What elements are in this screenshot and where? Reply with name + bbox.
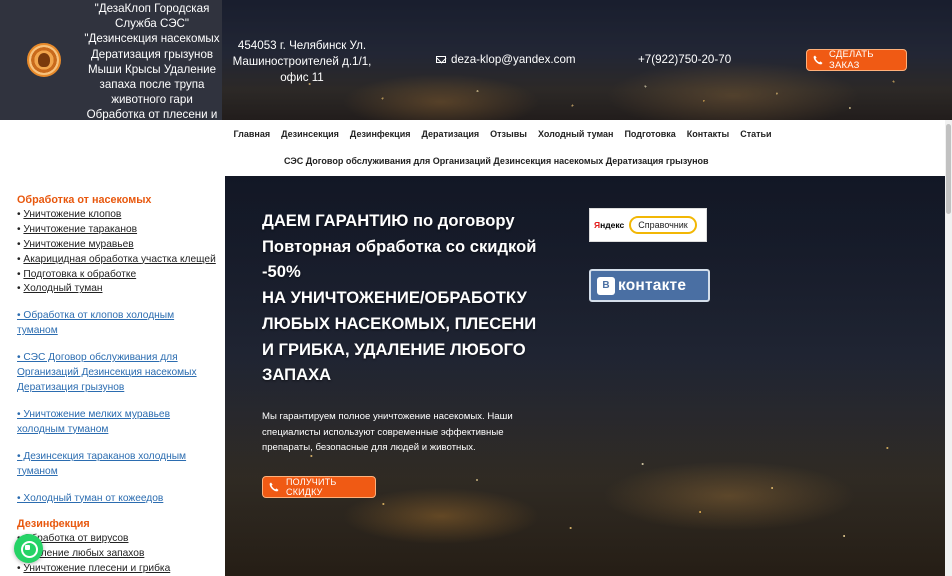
email-text[interactable]: deza-klop@yandex.com bbox=[451, 53, 576, 66]
hero-title: ДАЕМ ГАРАНТИЮ по договору Повторная обра… bbox=[262, 208, 562, 388]
list-item: • Удаление любых запахов bbox=[17, 547, 217, 562]
hero-title-line: -50% bbox=[262, 262, 301, 282]
yandex-logo-rest: ндекс bbox=[600, 220, 625, 230]
list-item: • Уничтожение плесени и грибка bbox=[17, 563, 171, 575]
vk-icon: В bbox=[597, 276, 615, 295]
pest-control-logo-icon[interactable] bbox=[27, 43, 61, 77]
sidebar-link-cockroach-fog[interactable]: • Дезинсекция тараканов холодным туманом bbox=[17, 450, 217, 480]
nav-item-disinsection[interactable]: Дезинсекция bbox=[276, 128, 345, 140]
nav-item-preparation[interactable]: Подготовка bbox=[619, 128, 681, 140]
hero-description: Мы гарантируем полное уничтожение насеко… bbox=[262, 411, 513, 454]
yandex-directory-badge[interactable]: Яндекс Справочник bbox=[589, 208, 707, 242]
hero-content: ДАЕМ ГАРАНТИЮ по договору Повторная обра… bbox=[225, 176, 945, 576]
sidebar-list: Обработка от насекомых • Уничтожение кло… bbox=[17, 193, 217, 576]
nav-item-home[interactable]: Главная bbox=[228, 128, 276, 140]
sidebar-link-dermestid-fog[interactable]: • Холодный туман от кожеедов bbox=[17, 492, 217, 507]
sidebar-link-bedbugs-fog[interactable]: • Обработка от клопов холодным туманом bbox=[17, 309, 217, 339]
hero-title-line: И ГРИБКА, УДАЛЕНИЕ ЛЮБОГО bbox=[262, 339, 526, 359]
site-title: "ДезаКлоп Городская Служба СЭС" "Дезинсе… bbox=[84, 2, 220, 137]
sidebar-link[interactable]: Подготовка к обработке bbox=[23, 269, 136, 280]
hero-title-line: ЛЮБЫХ НАСЕКОМЫХ, ПЛЕСЕНИ bbox=[262, 313, 537, 333]
sidebar-heading-insects[interactable]: Обработка от насекомых bbox=[17, 193, 217, 208]
list-item: • Акарицидная обработка участка клещей bbox=[17, 253, 216, 265]
get-discount-label: ПОЛУЧИТЬ СКИДКУ bbox=[286, 477, 337, 497]
phone-icon bbox=[813, 55, 823, 65]
nav-item-cold-fog[interactable]: Холодный туман bbox=[532, 128, 619, 140]
sidebar-link[interactable]: Холодный туман bbox=[23, 283, 102, 294]
sidebar-link[interactable]: Уничтожение плесени и грибка bbox=[23, 563, 170, 574]
nav-row: Главная Дезинсекция Дезинфекция Дератиза… bbox=[228, 128, 777, 140]
nav-item-reviews[interactable]: Отзывы bbox=[485, 128, 533, 140]
email-contact[interactable]: deza-klop@yandex.com bbox=[436, 53, 576, 66]
whatsapp-icon[interactable] bbox=[14, 534, 43, 563]
vk-label: контакте bbox=[618, 276, 687, 294]
phone-icon bbox=[269, 482, 279, 492]
hero-title-line: ДАЕМ ГАРАНТИЮ по договору bbox=[262, 211, 515, 230]
hero-banner: ДАЕМ ГАРАНТИЮ по договору Повторная обра… bbox=[225, 176, 945, 576]
sidebar-heading-disinfection[interactable]: Дезинфекция bbox=[17, 517, 217, 532]
nav-item-contacts[interactable]: Контакты bbox=[681, 128, 734, 140]
get-discount-button[interactable]: ПОЛУЧИТЬ СКИДКУ bbox=[262, 476, 376, 498]
envelope-icon bbox=[436, 56, 446, 63]
page-scrollbar[interactable] bbox=[945, 120, 952, 576]
hero-title-line: НА УНИЧТОЖЕНИЕ/ОБРАБОТКУ bbox=[262, 288, 527, 308]
list-item: • Уничтожение клопов bbox=[17, 208, 122, 220]
site-header: "ДезаКлоп Городская Служба СЭС" "Дезинсе… bbox=[0, 0, 952, 137]
list-item: • Обработка от вирусов bbox=[17, 532, 217, 547]
sidebar-link[interactable]: Уничтожение тараканов bbox=[23, 224, 137, 235]
list-item: • Уничтожение муравьев bbox=[17, 238, 134, 250]
list-item: • Холодный туман bbox=[17, 283, 103, 295]
order-button[interactable]: СДЕЛАТЬ ЗАКАЗ bbox=[806, 49, 907, 71]
hero-title-line: ЗАПАХА bbox=[262, 365, 332, 385]
order-button-label: СДЕЛАТЬ ЗАКАЗ bbox=[829, 49, 874, 71]
sidebar: Обработка от насекомых • Уничтожение кло… bbox=[0, 176, 225, 576]
sidebar-link[interactable]: Акарицидная обработка участка клещей bbox=[23, 254, 215, 265]
nav-item-ses-contract[interactable]: СЭС Договор обслуживания для Организаций… bbox=[284, 156, 709, 166]
vkontakte-badge[interactable]: В контакте bbox=[589, 269, 710, 302]
list-item: • Уничтожение тараканов bbox=[17, 223, 138, 235]
scrollbar-thumb[interactable] bbox=[946, 124, 951, 214]
phone-number[interactable]: +7(922)750-20-70 bbox=[638, 53, 731, 66]
hero-title-line: Повторная обработка со скидкой bbox=[262, 236, 537, 256]
sidebar-link-ants-fog[interactable]: • Уничтожение мелких муравьев холодным т… bbox=[17, 408, 217, 438]
nav-item-articles[interactable]: Статьи bbox=[735, 128, 777, 140]
list-item: • Подготовка к обработке bbox=[17, 268, 137, 280]
sidebar-link[interactable]: Уничтожение муравьев bbox=[23, 239, 133, 250]
nav-item-disinfection[interactable]: Дезинфекция bbox=[344, 128, 416, 140]
yandex-label: Справочник bbox=[629, 216, 697, 234]
main-nav: Главная Дезинсекция Дезинфекция Дератиза… bbox=[0, 120, 952, 176]
address: 454053 г. Челябинск Ул. Машиностроителей… bbox=[232, 39, 372, 84]
sidebar-link[interactable]: Уничтожение клопов bbox=[23, 209, 121, 220]
sidebar-link-ses-contract[interactable]: • СЭС Договор обслуживания для Организац… bbox=[17, 351, 217, 396]
yandex-logo: Яндекс bbox=[594, 220, 624, 230]
nav-item-deratization[interactable]: Дератизация bbox=[416, 128, 485, 140]
